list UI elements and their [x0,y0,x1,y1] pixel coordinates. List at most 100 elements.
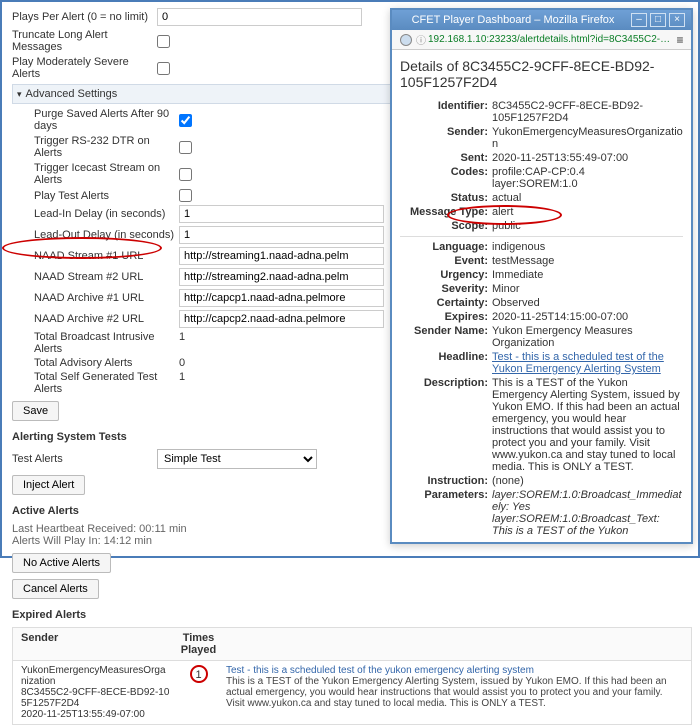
v-instruction: (none) [492,475,683,487]
k-codes: Codes: [400,166,492,190]
total-self-value: 1 [179,371,209,395]
arch2-label: NAAD Archive #2 URL [34,313,179,325]
expired-alerts-heading: Expired Alerts [12,609,692,621]
table-row: YukonEmergencyMeasuresOrganization 8C345… [13,661,691,724]
cancel-alerts-button[interactable]: Cancel Alerts [12,579,99,599]
lead-in-input[interactable] [179,205,384,223]
k-sendername: Sender Name: [400,325,492,349]
v-identifier: 8C3455C2-9CFF-8ECE-BD92-105F1257F2D4 [492,100,683,124]
expired-table: Sender Times Played YukonEmergencyMeasur… [12,627,692,725]
total-bi-value: 1 [179,331,209,355]
lead-out-label: Lead-Out Delay (in seconds) [34,229,179,241]
site-icon [400,34,412,46]
v-headline[interactable]: Test - this is a scheduled test of the Y… [492,351,664,375]
expired-col-sender: Sender [21,632,171,656]
alert-details-popup: CFET Player Dashboard – Mozilla Firefox … [390,8,693,544]
v-sendername: Yukon Emergency Measures Organization [492,325,683,349]
v-event: testMessage [492,255,683,267]
total-bi-label: Total Broadcast Intrusive Alerts [34,331,179,355]
play-test-label: Play Test Alerts [34,190,179,202]
arch2-input[interactable] [179,310,384,328]
truncate-label: Truncate Long Alert Messages [12,29,157,53]
expired-time: 2020-11-25T13:55:49-07:00 [21,709,171,720]
address-bar: ⓘ 192.168.1.10:23233/alertdetails.html?i… [392,30,691,50]
plays-per-alert-label: Plays Per Alert (0 = no limit) [12,11,157,23]
advanced-settings-label: Advanced Settings [26,88,118,100]
v-status: actual [492,192,683,204]
maximize-icon[interactable]: □ [650,13,666,27]
close-icon[interactable]: × [669,13,685,27]
popup-body: Details of 8C3455C2-9CFF-8ECE-BD92-105F1… [392,50,691,538]
v-codes: profile:CAP-CP:0.4 layer:SOREM:1.0 [492,166,683,190]
test-alerts-select[interactable]: Simple Test [157,449,317,469]
no-active-alerts-button[interactable]: No Active Alerts [12,553,111,573]
k-event: Event: [400,255,492,267]
k-urgency: Urgency: [400,269,492,281]
purge-label: Purge Saved Alerts After 90 days [34,108,179,132]
minimize-icon[interactable]: – [631,13,647,27]
v-severity: Minor [492,283,683,295]
url-text[interactable]: 192.168.1.10:23233/alertdetails.html?id=… [428,34,673,45]
times-played-badge: 1 [190,665,208,683]
k-parameters: Parameters: [400,489,492,538]
expired-id: 8C3455C2-9CFF-8ECE-BD92-105F1257F2D4 [21,687,171,709]
save-button[interactable]: Save [12,401,59,421]
k-sender: Sender: [400,126,492,150]
expired-title-link[interactable]: Test - this is a scheduled test of the y… [226,665,534,676]
k-headline: Headline: [400,351,492,375]
total-self-label: Total Self Generated Test Alerts [34,371,179,395]
k-description: Description: [400,377,492,473]
popup-title-text: CFET Player Dashboard – Mozilla Firefox [398,14,628,26]
k-identifier: Identifier: [400,100,492,124]
test-alerts-label: Test Alerts [12,453,157,465]
arch1-label: NAAD Archive #1 URL [34,292,179,304]
k-scope: Scope: [400,220,492,232]
icecast-label: Trigger Icecast Stream on Alerts [34,162,179,186]
expired-sender: YukonEmergencyMeasuresOrganization [21,665,171,687]
truncate-checkbox[interactable] [157,35,170,48]
k-sent: Sent: [400,152,492,164]
v-urgency: Immediate [492,269,683,281]
lead-out-input[interactable] [179,226,384,244]
v-sent: 2020-11-25T13:55:49-07:00 [492,152,683,164]
plays-per-alert-input[interactable] [157,8,362,26]
v-msgtype: alert [492,206,683,218]
total-adv-value: 0 [179,357,209,369]
k-instruction: Instruction: [400,475,492,487]
play-test-checkbox[interactable] [179,189,192,202]
inject-alert-button[interactable]: Inject Alert [12,475,85,495]
naad1-label: NAAD Stream #1 URL [34,250,179,262]
naad1-input[interactable] [179,247,384,265]
k-expires: Expires: [400,311,492,323]
expired-col-times: Times Played [171,632,226,656]
naad2-input[interactable] [179,268,384,286]
popup-titlebar: CFET Player Dashboard – Mozilla Firefox … [392,10,691,30]
play-moderate-checkbox[interactable] [157,62,170,75]
expired-desc: This is a TEST of the Yukon Emergency Al… [226,676,667,709]
rs232-label: Trigger RS-232 DTR on Alerts [34,135,179,159]
v-scope: public [492,220,683,232]
k-status: Status: [400,192,492,204]
popup-heading: Details of 8C3455C2-9CFF-8ECE-BD92-105F1… [400,58,683,90]
icecast-checkbox[interactable] [179,168,192,181]
arch1-input[interactable] [179,289,384,307]
k-severity: Severity: [400,283,492,295]
play-moderate-label: Play Moderately Severe Alerts [12,56,157,80]
naad2-label: NAAD Stream #2 URL [34,271,179,283]
k-msgtype: Message Type: [400,206,492,218]
total-adv-label: Total Advisory Alerts [34,357,179,369]
v-sender: YukonEmergencyMeasuresOrganization [492,126,683,150]
menu-icon[interactable]: ≡ [673,33,687,47]
v-description: This is a TEST of the Yukon Emergency Al… [492,377,683,473]
lead-in-label: Lead-In Delay (in seconds) [34,208,179,220]
k-certainty: Certainty: [400,297,492,309]
rs232-checkbox[interactable] [179,141,192,154]
k-language: Language: [400,241,492,253]
v-parameters: layer:SOREM:1.0:Broadcast_Immediately: Y… [492,489,683,538]
lock-icon: ⓘ [416,32,426,47]
v-language: indigenous [492,241,683,253]
v-expires: 2020-11-25T14:15:00-07:00 [492,311,683,323]
collapse-icon: ▾ [17,89,22,100]
purge-checkbox[interactable] [179,114,192,127]
v-certainty: Observed [492,297,683,309]
